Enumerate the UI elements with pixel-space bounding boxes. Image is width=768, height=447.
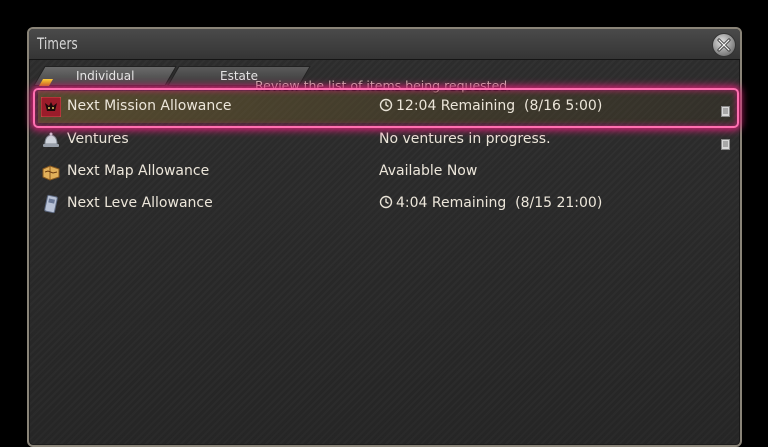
row-status: Available Now bbox=[379, 163, 478, 179]
timer-row-mission[interactable]: Next Mission Allowance 12:04 Remaining (… bbox=[38, 91, 735, 123]
tab-individual[interactable]: Individual bbox=[33, 66, 177, 86]
close-button[interactable] bbox=[712, 33, 736, 57]
timer-row-map[interactable]: Next Map Allowance Available Now bbox=[38, 156, 735, 188]
clock-icon bbox=[379, 195, 393, 209]
timers-window: Timers Individual Estate Review the list… bbox=[27, 27, 742, 447]
bell-icon bbox=[41, 130, 61, 150]
document-icon[interactable] bbox=[721, 102, 730, 117]
row-status: 4:04 Remaining (8/15 21:00) bbox=[379, 195, 602, 211]
row-label: Ventures bbox=[67, 131, 129, 147]
mission-icon bbox=[40, 96, 62, 118]
timer-row-leve[interactable]: Next Leve Allowance 4:04 Remaining (8/15… bbox=[38, 188, 735, 220]
clock-icon bbox=[379, 98, 393, 112]
map-icon bbox=[41, 162, 61, 182]
row-label: Next Mission Allowance bbox=[67, 98, 232, 114]
leve-card-icon bbox=[41, 194, 61, 214]
row-status: 12:04 Remaining (8/16 5:00) bbox=[379, 98, 602, 114]
row-status: No ventures in progress. bbox=[379, 131, 551, 147]
row-status-text: 4:04 Remaining (8/15 21:00) bbox=[396, 195, 603, 211]
title-bar[interactable]: Timers bbox=[29, 29, 740, 60]
tab-individual-label: Individual bbox=[75, 69, 135, 83]
row-status-text: 12:04 Remaining (8/16 5:00) bbox=[396, 98, 603, 114]
row-label: Next Leve Allowance bbox=[67, 195, 213, 211]
document-icon[interactable] bbox=[721, 135, 730, 150]
close-icon bbox=[717, 38, 731, 52]
tab-estate-label: Estate bbox=[220, 69, 258, 83]
row-label: Next Map Allowance bbox=[67, 163, 210, 179]
timer-row-ventures[interactable]: Ventures No ventures in progress. bbox=[38, 124, 735, 156]
window-title: Timers bbox=[37, 34, 78, 53]
